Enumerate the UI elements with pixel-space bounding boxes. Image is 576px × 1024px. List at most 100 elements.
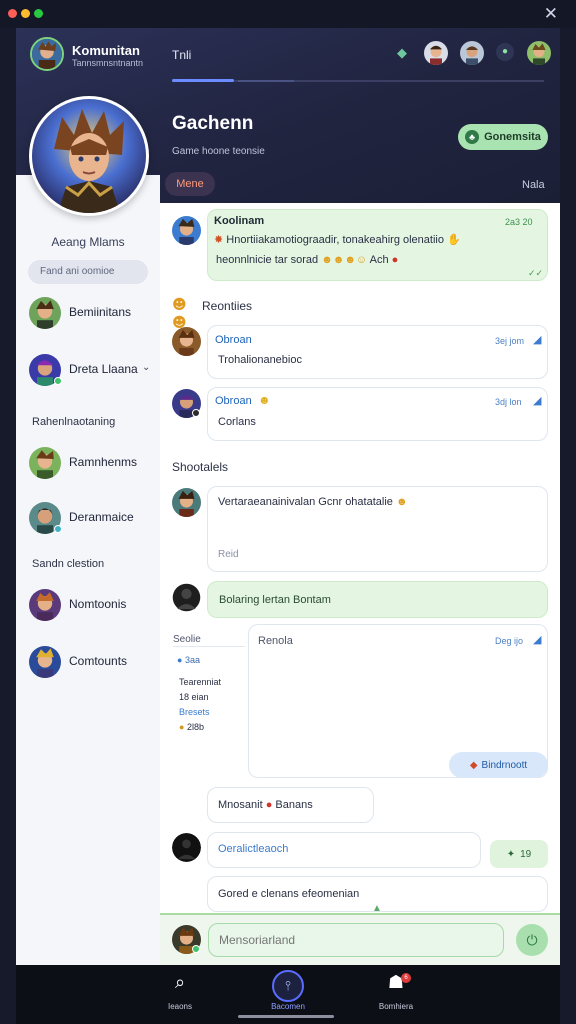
stats-panel-title: Seolie	[173, 634, 201, 645]
section-heading: Reontiies	[202, 299, 253, 313]
nav-item-label: Bomhiera	[378, 1002, 414, 1011]
message-time: 2a3 20	[505, 217, 533, 227]
member-avatar[interactable]	[460, 41, 484, 65]
alert-emoji-icon: ●	[265, 799, 273, 811]
share-icon[interactable]: ◢	[533, 333, 541, 346]
card-title: Renola	[258, 635, 293, 647]
window-close-dot[interactable]	[8, 9, 17, 18]
sidebar-item[interactable]: Deranmaice	[16, 498, 160, 538]
sidebar-search-input[interactable]: Fand ani oomioe	[28, 260, 148, 284]
message-text: Gored e clenans efeomenian	[218, 888, 360, 900]
message-text: Oeralictleaoch	[218, 843, 289, 855]
sidebar-item-label: Comtounts	[69, 654, 128, 668]
profile-avatar[interactable]	[29, 96, 149, 216]
stat-value: 3aa	[184, 655, 200, 665]
message-sender-name: Koolinam	[214, 215, 265, 227]
member-avatar[interactable]	[527, 41, 551, 65]
stat-row: Bresets	[179, 707, 210, 717]
grin-emoji-icon: ☻	[395, 496, 408, 508]
contact-avatar	[29, 297, 61, 329]
sidebar-item-label: Deranmaice	[69, 510, 134, 524]
sidebar-item[interactable]: Ramnhenms	[16, 443, 160, 483]
window-minimize-dot[interactable]	[21, 9, 30, 18]
brand-logo-avatar[interactable]	[30, 37, 64, 71]
message-line-2: heonnlnicie tar sorad	[216, 254, 319, 266]
member-avatar[interactable]	[424, 41, 448, 65]
send-button[interactable]: ⏻	[516, 924, 548, 956]
sender-avatar[interactable]	[172, 327, 201, 356]
fire-emoji-icon: ✸	[214, 234, 224, 246]
sender-avatar[interactable]	[172, 216, 201, 245]
sidebar-item[interactable]: Bemiinitans	[16, 293, 160, 333]
profile-icon: ☗	[387, 972, 405, 993]
section-heading: Shootalels	[172, 460, 229, 474]
message-text: ✸ Hnortiiakamotiograadir, tonakeahirg ol…	[214, 233, 461, 246]
share-icon[interactable]: ◢	[533, 394, 541, 407]
message-line-tail: Banans	[275, 799, 313, 811]
join-button[interactable]: ♣ Gonemsita	[458, 124, 548, 150]
window-titlebar	[0, 0, 576, 28]
sender-avatar[interactable]	[172, 488, 201, 517]
tab-underline-active	[172, 79, 234, 82]
message-time: 3ej jom	[495, 336, 525, 346]
tab-underline-segment	[238, 80, 294, 82]
nav-item-profile[interactable]: ☗ Bomhiera	[356, 970, 436, 1011]
nav-item-label: Ieaons	[167, 1002, 193, 1011]
nav-item-community[interactable]: Bacomen	[248, 1002, 328, 1011]
sender-avatar[interactable]	[172, 833, 201, 862]
emoji-row-icon: ☻☻☻☺	[321, 254, 368, 266]
sender-avatar[interactable]	[172, 583, 201, 612]
notification-badge: 6	[401, 973, 411, 983]
stat-row: ● 2l8b	[179, 722, 204, 732]
people-icon: ♣	[465, 130, 480, 144]
online-status-icon	[54, 377, 62, 385]
sidebar-item[interactable]: Nomtoonis	[16, 585, 160, 625]
menu-button[interactable]: Mene	[165, 172, 215, 196]
stats-panel-divider	[173, 646, 245, 647]
contact-avatar	[29, 646, 61, 678]
game-icon[interactable]: ◆	[395, 46, 409, 60]
sidebar-item[interactable]: Comtounts	[16, 642, 160, 682]
smile-emoji-icon: ☻	[258, 393, 271, 407]
stat-row: ● 3aa	[177, 655, 200, 665]
message-line: Mnosanit	[218, 799, 263, 811]
tab-main[interactable]: Tnli	[172, 48, 191, 62]
coin-icon: ●	[179, 722, 185, 732]
stat-value: 2l8b	[186, 722, 204, 732]
message-text: Bolaring lertan Bontam	[219, 594, 331, 606]
online-status-icon	[192, 409, 200, 417]
reaction-pill[interactable]: ✦ 19	[490, 840, 548, 868]
controller-icon[interactable]: ●	[496, 43, 514, 61]
people-icon[interactable]: ⫯	[272, 970, 304, 1002]
message-input[interactable]	[208, 923, 504, 957]
online-status-icon	[54, 525, 62, 533]
group-subtitle: Game hoone teonsie	[172, 146, 265, 157]
send-icon: ⏻	[526, 933, 538, 949]
tag-icon: ◆	[469, 759, 478, 771]
sidebar-item-label: Dreta Llaana	[69, 362, 138, 376]
header-right-label[interactable]: Nala	[522, 179, 545, 191]
card-action-button[interactable]: ◆ Bindrnoott	[449, 752, 548, 778]
share-icon[interactable]: ◢	[533, 633, 541, 646]
message-bubble[interactable]	[207, 325, 548, 379]
join-button-label: Gonemsita	[484, 131, 541, 143]
close-icon[interactable]: ✕	[544, 4, 558, 24]
sidebar-item-label: Nomtoonis	[69, 597, 127, 611]
message-line: Vertaraeanainivalan Gcnr ohatatalie	[218, 496, 393, 508]
nav-item-search[interactable]: ⌕ Ieaons	[140, 970, 220, 1011]
message-text: Mnosanit ● Banans	[218, 799, 313, 811]
stat-row: 18 eian	[179, 692, 209, 702]
window-zoom-dot[interactable]	[34, 9, 43, 18]
message-sender-name[interactable]: Obroan	[215, 334, 252, 346]
search-icon: ⌕	[174, 972, 186, 993]
sidebar-section-heading: Rahenlnaotaning	[32, 416, 116, 428]
brand-subtitle: Tannsmnsntnantn	[72, 58, 144, 68]
message-footer[interactable]: Reid	[218, 549, 239, 560]
message-text: Vertaraeanainivalan Gcnr ohatatalie ☻	[218, 496, 408, 508]
message-sender-name[interactable]: Obroan	[215, 395, 252, 407]
message-line-1: Hnortiiakamotiograadir, tonakeahirg olen…	[226, 234, 444, 246]
sidebar-item[interactable]: Dreta Llaana ⌄	[16, 350, 160, 390]
message-text: heonnlnicie tar sorad ☻☻☻☺ Ach ●	[216, 254, 398, 266]
chevron-down-icon[interactable]: ⌄	[142, 362, 150, 373]
reaction-icon: ✦	[506, 848, 516, 860]
